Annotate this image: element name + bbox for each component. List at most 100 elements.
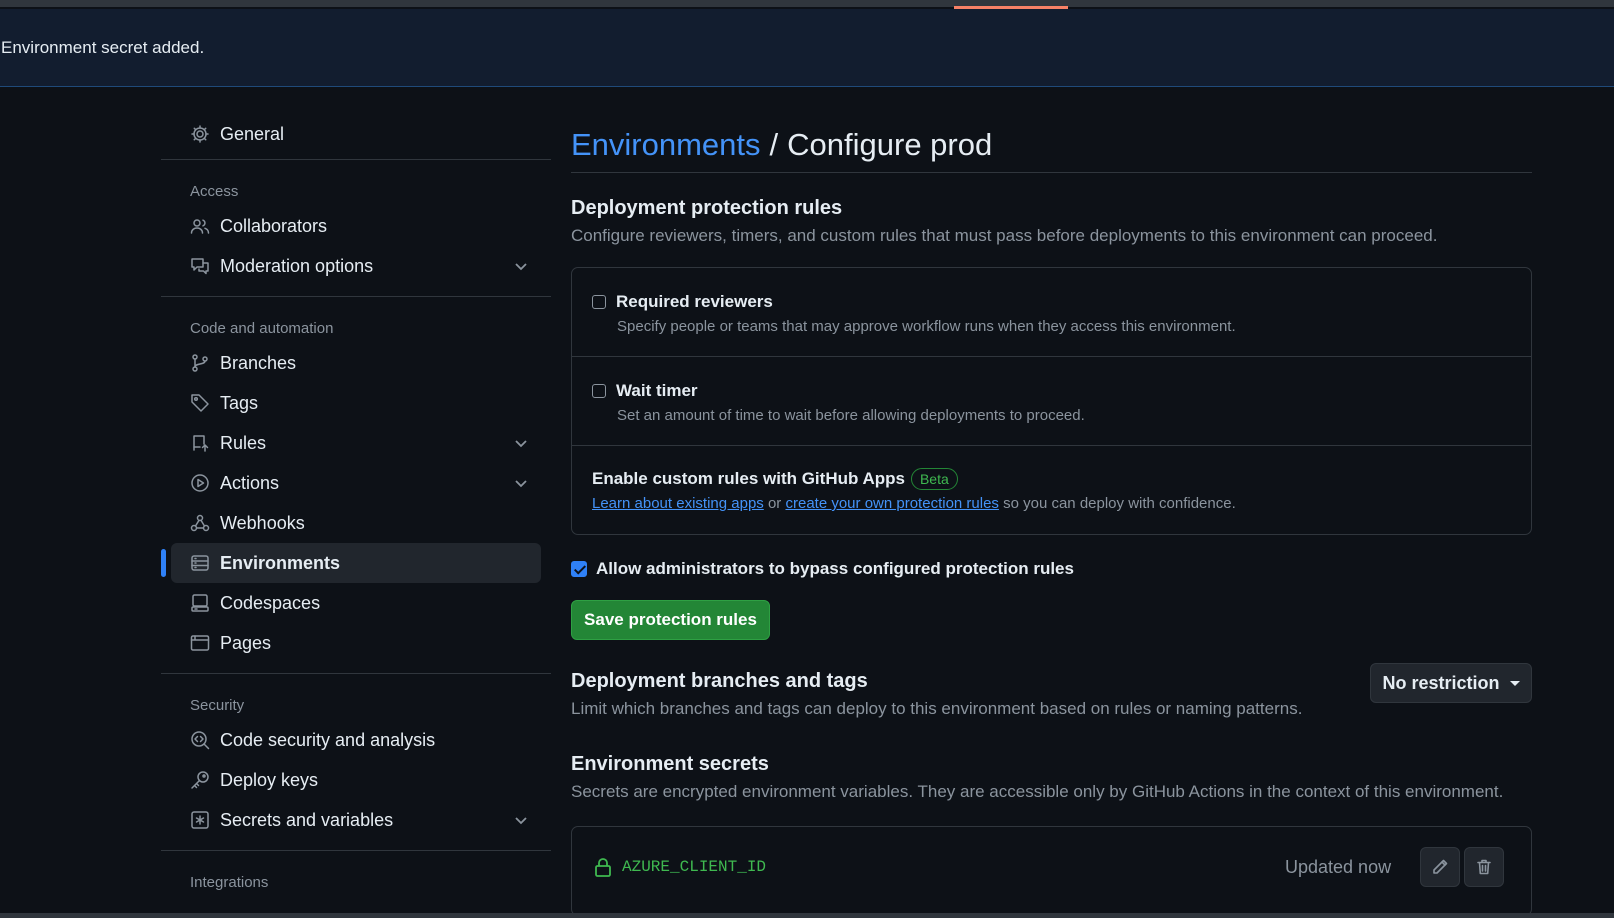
required-reviewers-checkbox[interactable]: [592, 295, 606, 309]
webhook-icon: [190, 513, 210, 533]
sidebar-item-secrets-and-variables[interactable]: Secrets and variables: [171, 800, 541, 840]
section-description: Configure reviewers, timers, and custom …: [571, 226, 1438, 245]
required-reviewers-label[interactable]: Required reviewers: [592, 292, 1511, 312]
chevron-down-icon: [511, 810, 531, 830]
sidebar-item-general[interactable]: General: [171, 117, 541, 151]
environment-secrets-section: Environment secrets Secrets are encrypte…: [571, 753, 1532, 916]
secret-updated-time: Updated now: [1285, 857, 1392, 877]
sidebar-item-tags[interactable]: Tags: [171, 383, 541, 423]
sidebar-item-rules[interactable]: Rules: [171, 423, 541, 463]
protection-rules-box: Required reviewers Specify people or tea…: [571, 267, 1532, 535]
sidebar-item-code-security-and-analysis[interactable]: Code security and analysis: [171, 720, 541, 760]
chevron-down-icon: [511, 256, 531, 276]
branch-restriction-dropdown[interactable]: No restriction: [1370, 663, 1532, 703]
bypass-protection-text: Allow administrators to bypass configure…: [596, 559, 1074, 578]
rule-text: or: [763, 495, 786, 512]
delete-secret-button[interactable]: [1464, 847, 1504, 887]
repo-push-icon: [190, 433, 210, 453]
create-protection-rules-link[interactable]: create your own protection rules: [785, 495, 998, 512]
sidebar-item-label: Tags: [220, 392, 259, 413]
rule-label: Required reviewers: [616, 292, 773, 311]
chevron-down-icon: [511, 433, 531, 453]
bypass-protection-checkbox[interactable]: [571, 561, 587, 577]
chevron-down-icon: [511, 473, 531, 493]
top-border: [0, 0, 1614, 9]
breadcrumb-current: Configure prod: [787, 126, 993, 162]
lock-icon: [595, 858, 611, 877]
sidebar-item-deploy-keys[interactable]: Deploy keys: [171, 760, 541, 800]
play-icon: [190, 473, 210, 493]
key-icon: [190, 770, 210, 790]
rule-text: so you can deploy with confidence.: [998, 495, 1236, 512]
sidebar-item-label: Moderation options: [220, 255, 374, 276]
deployment-branches-section: Deployment branches and tags Limit which…: [571, 663, 1532, 719]
dropdown-label: No restriction: [1382, 672, 1500, 693]
sidebar-item-codespaces[interactable]: Codespaces: [171, 583, 541, 623]
sidebar-divider: [161, 296, 551, 297]
sidebar-item-label: Collaborators: [220, 215, 328, 236]
bottom-border: [0, 913, 1614, 918]
sidebar-item-branches[interactable]: Branches: [171, 343, 541, 383]
section-title: Environment secrets: [571, 753, 769, 775]
sidebar-item-actions[interactable]: Actions: [171, 463, 541, 503]
pencil-icon: [1433, 859, 1448, 874]
wait-timer-label[interactable]: Wait timer: [592, 381, 1511, 401]
sidebar-item-label: Codespaces: [220, 592, 321, 613]
section-description: Secrets are encrypted environment variab…: [571, 782, 1504, 801]
rule-label: Wait timer: [616, 381, 698, 400]
secret-name: AZURE_CLIENT_ID: [594, 857, 766, 877]
sidebar-item-webhooks[interactable]: Webhooks: [171, 503, 541, 543]
learn-existing-apps-link[interactable]: Learn about existing apps: [592, 495, 764, 512]
sidebar-item-label: Pages: [220, 632, 272, 653]
sidebar-divider: [161, 850, 551, 851]
required-reviewers-row: Required reviewers Specify people or tea…: [572, 268, 1531, 357]
section-title: Deployment protection rules: [571, 197, 843, 219]
custom-rules-row: Enable custom rules with GitHub Apps Bet…: [572, 446, 1531, 534]
sidebar-item-label: General: [220, 123, 285, 144]
edit-secret-button[interactable]: [1420, 847, 1460, 887]
breadcrumb-separator: /: [769, 126, 779, 162]
bypass-protection-label[interactable]: Allow administrators to bypass configure…: [571, 559, 1532, 579]
flash-notice: Environment secret added.: [0, 9, 1614, 87]
sidebar-item-pages[interactable]: Pages: [171, 623, 541, 663]
sidebar-item-environments[interactable]: Environments: [161, 543, 541, 583]
sidebar-item-label: Actions: [220, 472, 280, 493]
wait-timer-checkbox[interactable]: [592, 384, 606, 398]
rule-description: Learn about existing apps or create your…: [592, 495, 1511, 512]
secret-row: AZURE_CLIENT_ID Updated now: [571, 826, 1532, 916]
comment-discussion-icon: [190, 256, 210, 276]
asterisk-icon: [190, 810, 210, 830]
sidebar-heading-integrations: Integrations: [190, 873, 269, 891]
settings-sidebar: General Access Collaborators Moderation …: [161, 117, 551, 897]
sidebar-divider: [161, 673, 551, 674]
sidebar-item-moderation-options[interactable]: Moderation options: [171, 246, 541, 286]
sidebar-item-label: Webhooks: [220, 512, 305, 533]
sidebar-item-label: Environments: [220, 552, 341, 573]
wait-timer-row: Wait timer Set an amount of time to wait…: [572, 357, 1531, 446]
breadcrumb-environments-link[interactable]: Environments: [571, 127, 761, 163]
rule-label: Enable custom rules with GitHub Apps: [592, 469, 905, 488]
gear-icon: [190, 124, 210, 144]
sidebar-item-label: Deploy keys: [220, 769, 319, 790]
sidebar-item-collaborators[interactable]: Collaborators: [171, 206, 541, 246]
sidebar-item-label: Code security and analysis: [220, 729, 436, 750]
page-title: Environments / Configure prod: [571, 117, 1532, 173]
browser-icon: [190, 633, 210, 653]
save-protection-rules-button[interactable]: Save protection rules: [571, 600, 770, 640]
flash-message: Environment secret added.: [1, 37, 205, 57]
sidebar-divider: [161, 159, 551, 160]
git-branch-icon: [190, 353, 210, 373]
tag-icon: [190, 393, 210, 413]
secret-name-text: AZURE_CLIENT_ID: [622, 858, 767, 876]
sidebar-heading-code-and-automation: Code and automation: [190, 319, 334, 337]
deployment-protection-rules-section: Deployment protection rules Configure re…: [571, 197, 1532, 640]
main-content: Environments / Configure prod Deployment…: [571, 117, 1532, 916]
server-icon: [190, 553, 210, 573]
sidebar-item-label: Secrets and variables: [220, 809, 394, 830]
people-icon: [190, 216, 210, 236]
sidebar-heading-security: Security: [190, 696, 245, 714]
codespaces-icon: [190, 593, 210, 613]
rule-description: Set an amount of time to wait before all…: [617, 407, 1085, 424]
sidebar-item-label: Rules: [220, 432, 267, 453]
sidebar-item-label: Branches: [220, 352, 297, 373]
